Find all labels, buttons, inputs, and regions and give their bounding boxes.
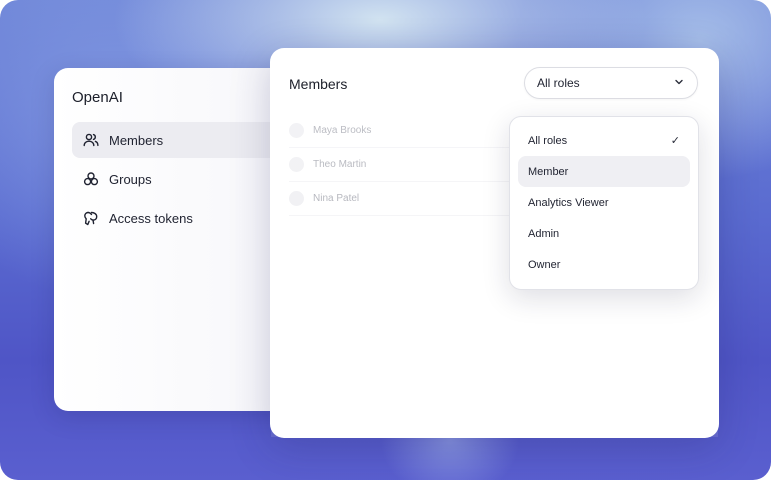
avatar xyxy=(289,157,304,172)
sidebar-item-access-tokens[interactable]: Access tokens xyxy=(72,200,302,236)
sidebar-item-label: Access tokens xyxy=(109,210,193,226)
option-label: Analytics Viewer xyxy=(528,196,609,209)
role-option-member[interactable]: Member xyxy=(518,156,690,187)
list-item[interactable]: Theo Martin xyxy=(289,148,519,182)
role-option-owner[interactable]: Owner xyxy=(518,249,690,280)
list-item[interactable]: Nina Patel xyxy=(289,182,519,216)
avatar xyxy=(289,191,304,206)
users-icon xyxy=(82,131,100,149)
page-title: Members xyxy=(289,76,348,92)
list-item[interactable]: Maya Brooks xyxy=(289,114,519,148)
sidebar-item-members[interactable]: Members xyxy=(72,122,302,158)
member-name: Theo Martin xyxy=(313,159,367,170)
member-name: Nina Patel xyxy=(313,193,360,204)
role-filter-value: All roles xyxy=(537,76,580,90)
role-option-analytics-viewer[interactable]: Analytics Viewer xyxy=(518,187,690,218)
option-label: Admin xyxy=(528,227,560,240)
check-icon: ✓ xyxy=(670,135,680,147)
sidebar-item-label: Groups xyxy=(109,171,152,187)
role-option-admin[interactable]: Admin xyxy=(518,218,690,249)
groups-icon xyxy=(82,170,100,188)
member-name: Maya Brooks xyxy=(313,125,372,136)
avatar xyxy=(289,123,304,138)
role-option-all-roles[interactable]: All roles ✓ xyxy=(518,125,690,156)
role-dropdown-menu: All roles ✓ Member Analytics Viewer Admi… xyxy=(509,116,699,290)
brand-name: OpenAI xyxy=(72,89,123,106)
option-label: Member xyxy=(528,165,569,178)
sidebar-item-groups[interactable]: Groups xyxy=(72,161,302,197)
access-token-icon xyxy=(82,209,100,227)
sidebar-item-label: Members xyxy=(109,132,164,148)
sidebar-panel: OpenAI Members Groups Access tokens xyxy=(54,68,304,411)
option-label: All roles xyxy=(528,134,568,147)
member-list: Maya Brooks Theo Martin Nina Patel xyxy=(289,114,519,216)
role-filter-select[interactable]: All roles xyxy=(524,67,698,99)
chevron-down-icon xyxy=(673,76,685,91)
option-label: Owner xyxy=(528,258,561,271)
